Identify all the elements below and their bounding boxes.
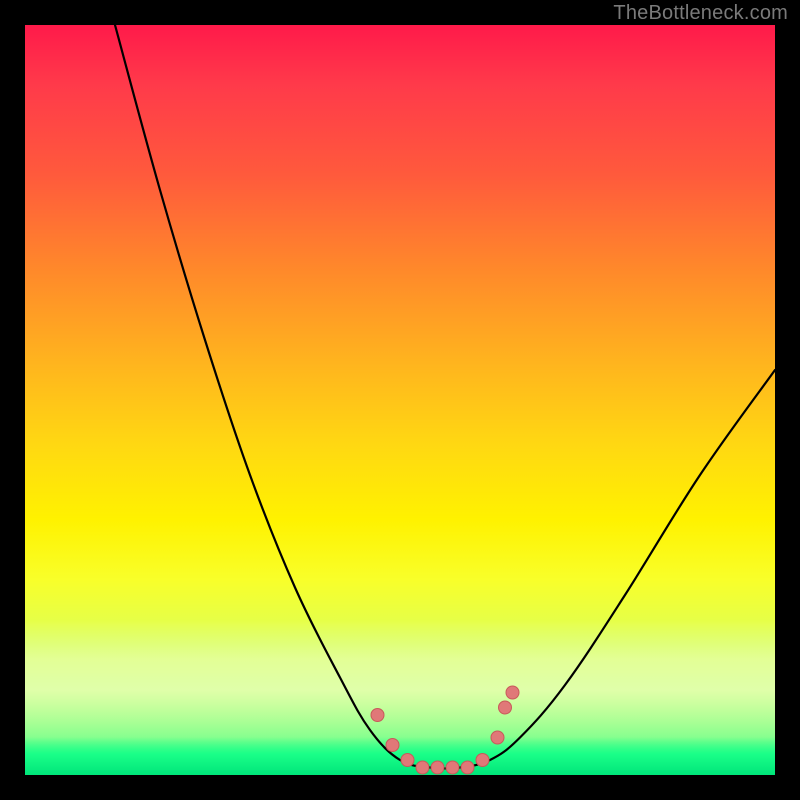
watermark-text: TheBottleneck.com <box>613 2 788 25</box>
curve-marker <box>416 761 429 774</box>
curve-marker <box>491 731 504 744</box>
curve-marker <box>371 709 384 722</box>
curve-marker <box>446 761 459 774</box>
plot-area <box>25 25 775 775</box>
curve-marker <box>461 761 474 774</box>
curve-marker <box>401 754 414 767</box>
curve-markers <box>371 686 519 774</box>
curve-marker <box>386 739 399 752</box>
bottleneck-curve-path <box>115 25 775 769</box>
curve-marker <box>476 754 489 767</box>
bottleneck-curve-svg <box>25 25 775 775</box>
curve-marker <box>506 686 519 699</box>
curve-marker <box>499 701 512 714</box>
chart-frame: TheBottleneck.com <box>0 0 800 800</box>
curve-marker <box>431 761 444 774</box>
